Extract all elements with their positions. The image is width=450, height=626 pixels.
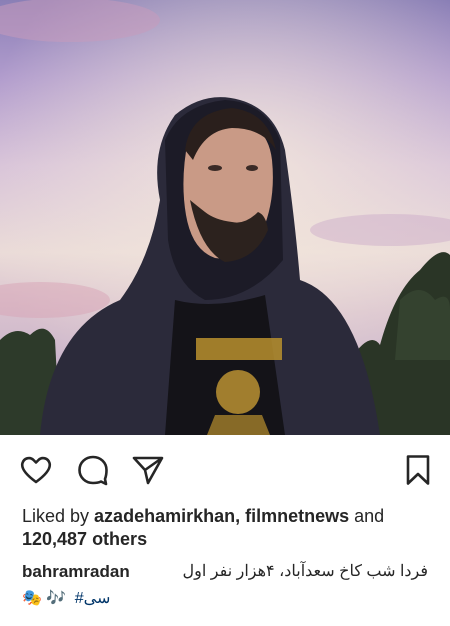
likes-and: and xyxy=(349,506,385,526)
hashtag-link[interactable]: #سی xyxy=(75,590,111,607)
save-button[interactable] xyxy=(401,453,435,487)
post-photo[interactable] xyxy=(0,0,450,435)
emoji-text: 🎭 🎶 xyxy=(22,590,67,607)
liked-by-users-link[interactable]: azadehamirkhan, filmnetnews xyxy=(94,506,349,526)
post-caption: bahramradan فردا شب کاخ سعدآباد، ۴هزار ن… xyxy=(22,560,428,584)
likes-count-link[interactable]: 120,487 others xyxy=(22,529,147,549)
paper-plane-icon xyxy=(132,456,164,485)
share-button[interactable] xyxy=(131,453,165,487)
post-actions-bar xyxy=(0,435,450,501)
bookmark-icon xyxy=(406,455,430,485)
caption-username-link[interactable]: bahramradan xyxy=(22,560,130,584)
caption-text: فردا شب کاخ سعدآباد، ۴هزار نفر اول xyxy=(182,563,428,580)
caption-tags-line: 🎭 🎶 #سی xyxy=(22,586,110,612)
comment-bubble-icon xyxy=(78,455,108,486)
comment-button[interactable] xyxy=(76,453,110,487)
likes-prefix: Liked by xyxy=(22,506,95,526)
portrait-illustration xyxy=(0,0,450,435)
like-button[interactable] xyxy=(19,453,53,487)
heart-icon xyxy=(20,456,52,484)
likes-summary: Liked by azadehamirkhan, filmnetnews and… xyxy=(22,505,434,551)
